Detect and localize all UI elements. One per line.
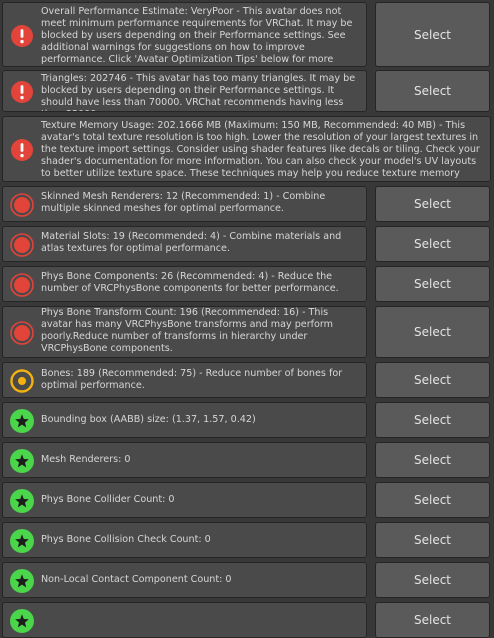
ring-icon bbox=[9, 368, 35, 394]
performance-message-row: Phys Bone Components: 26 (Recommended: 4… bbox=[0, 266, 494, 302]
circle-icon bbox=[9, 272, 35, 298]
circle-icon bbox=[9, 192, 35, 218]
circle-icon bbox=[9, 320, 35, 346]
select-button[interactable]: Select bbox=[375, 266, 490, 302]
select-button[interactable]: Select bbox=[375, 482, 490, 518]
performance-message-box: Skinned Mesh Renderers: 12 (Recommended:… bbox=[2, 186, 367, 222]
performance-message-row: Triangles: 202746 - This avatar has too … bbox=[0, 70, 494, 112]
star-icon bbox=[9, 568, 35, 594]
performance-message-text: Phys Bone Transform Count: 196 (Recommen… bbox=[41, 307, 334, 354]
performance-message-row: Mesh Renderers: 0 Select bbox=[0, 442, 494, 478]
star-icon bbox=[9, 408, 35, 434]
performance-message-box: Material Slots: 19 (Recommended: 4) - Co… bbox=[2, 226, 367, 262]
performance-message-row: Phys Bone Collision Check Count: 0 Select bbox=[0, 522, 494, 558]
performance-message-box: Bones: 189 (Recommended: 75) - Reduce nu… bbox=[2, 362, 367, 398]
performance-message-text: Phys Bone Collision Check Count: 0 bbox=[41, 534, 211, 545]
select-button[interactable]: Select bbox=[375, 602, 490, 638]
exclamation-icon bbox=[9, 23, 35, 49]
select-button[interactable]: Select bbox=[375, 306, 490, 358]
performance-message-text: Mesh Renderers: 0 bbox=[41, 454, 131, 465]
select-button[interactable]: Select bbox=[375, 522, 490, 558]
circle-icon bbox=[9, 232, 35, 258]
performance-message-row: Non-Local Contact Component Count: 0 Sele… bbox=[0, 562, 494, 598]
performance-message-box: Overall Performance Estimate: VeryPoor -… bbox=[2, 2, 367, 67]
performance-message-row: Phys Bone Transform Count: 196 (Recommen… bbox=[0, 306, 494, 358]
select-button[interactable]: Select bbox=[375, 2, 490, 67]
select-button[interactable]: Select bbox=[375, 442, 490, 478]
exclamation-icon bbox=[9, 79, 35, 105]
performance-message-box bbox=[2, 602, 367, 638]
performance-message-box: Mesh Renderers: 0 bbox=[2, 442, 367, 478]
select-button[interactable]: Select bbox=[375, 362, 490, 398]
performance-message-text: Bounding box (AABB) size: (1.37, 1.57, 0… bbox=[41, 414, 256, 425]
performance-message-text: Skinned Mesh Renderers: 12 (Recommended:… bbox=[41, 191, 326, 214]
performance-message-box: Texture Memory Usage: 202.1666 MB (Maxim… bbox=[2, 116, 491, 182]
star-icon bbox=[9, 448, 35, 474]
performance-message-text: Non-Local Contact Component Count: 0 bbox=[41, 574, 232, 585]
performance-message-row: Select bbox=[0, 602, 494, 638]
performance-message-row: Overall Performance Estimate: VeryPoor -… bbox=[0, 2, 494, 67]
performance-message-box: Bounding box (AABB) size: (1.37, 1.57, 0… bbox=[2, 402, 367, 438]
performance-message-box: Phys Bone Collider Count: 0 bbox=[2, 482, 367, 518]
performance-message-row: Skinned Mesh Renderers: 12 (Recommended:… bbox=[0, 186, 494, 222]
select-button[interactable]: Select bbox=[375, 186, 490, 222]
performance-message-box: Non-Local Contact Component Count: 0 bbox=[2, 562, 367, 598]
select-button[interactable]: Select bbox=[375, 402, 490, 438]
performance-message-row: Material Slots: 19 (Recommended: 4) - Co… bbox=[0, 226, 494, 262]
performance-message-text: Phys Bone Collider Count: 0 bbox=[41, 494, 175, 505]
exclamation-icon bbox=[9, 137, 35, 163]
star-icon bbox=[9, 528, 35, 554]
select-button[interactable]: Select bbox=[375, 70, 490, 112]
performance-message-row: Phys Bone Collider Count: 0 Select bbox=[0, 482, 494, 518]
performance-message-box: Phys Bone Collision Check Count: 0 bbox=[2, 522, 367, 558]
performance-message-row: Texture Memory Usage: 202.1666 MB (Maxim… bbox=[0, 116, 494, 182]
performance-message-text: Triangles: 202746 - This avatar has too … bbox=[41, 73, 356, 111]
performance-message-text: Bones: 189 (Recommended: 75) - Reduce nu… bbox=[41, 368, 343, 391]
performance-message-text: Material Slots: 19 (Recommended: 4) - Co… bbox=[41, 231, 342, 254]
performance-message-text: Texture Memory Usage: 202.1666 MB (Maxim… bbox=[41, 120, 480, 181]
performance-message-box: Phys Bone Components: 26 (Recommended: 4… bbox=[2, 266, 367, 302]
select-button[interactable]: Select bbox=[375, 226, 490, 262]
star-icon bbox=[9, 608, 35, 634]
select-button[interactable]: Select bbox=[375, 562, 490, 598]
performance-message-list: Overall Performance Estimate: VeryPoor -… bbox=[0, 0, 494, 638]
performance-message-box: Phys Bone Transform Count: 196 (Recommen… bbox=[2, 306, 367, 358]
star-icon bbox=[9, 488, 35, 514]
performance-message-row: Bounding box (AABB) size: (1.37, 1.57, 0… bbox=[0, 402, 494, 438]
performance-message-box: Triangles: 202746 - This avatar has too … bbox=[2, 70, 367, 112]
performance-message-text: Overall Performance Estimate: VeryPoor -… bbox=[41, 6, 353, 65]
performance-message-row: Bones: 189 (Recommended: 75) - Reduce nu… bbox=[0, 362, 494, 398]
performance-message-text: Phys Bone Components: 26 (Recommended: 4… bbox=[41, 271, 339, 294]
